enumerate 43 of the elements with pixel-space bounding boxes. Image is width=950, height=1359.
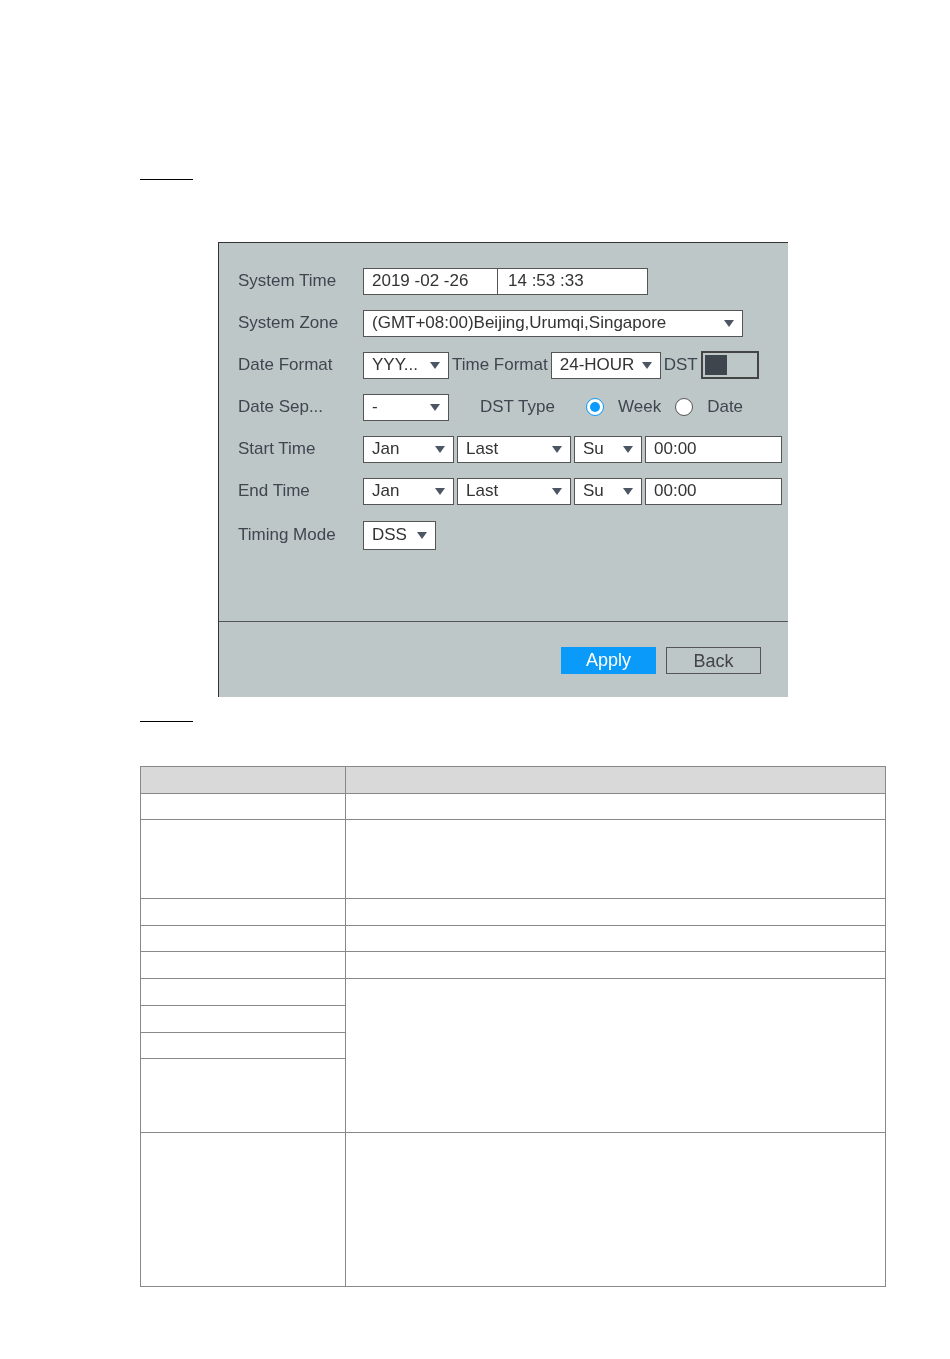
field-label: DST Type	[480, 396, 556, 419]
time-field[interactable]: 00:00	[645, 477, 782, 505]
field-label: DST	[662, 354, 699, 377]
dropdown[interactable]: Su	[574, 435, 642, 463]
caret-icon	[435, 487, 445, 495]
dropdown[interactable]: Last	[457, 435, 571, 463]
field-label: Start Time	[238, 438, 317, 461]
field-label: Time Format	[451, 354, 549, 377]
dropdown[interactable]: DSS	[363, 520, 436, 550]
dropdown[interactable]: Su	[574, 477, 642, 505]
radio-button[interactable]	[675, 398, 694, 416]
field-label: End Time	[238, 480, 311, 503]
dropdown[interactable]: 24-HOUR	[550, 351, 661, 379]
caret-icon	[552, 487, 562, 495]
dst-toggle[interactable]	[700, 351, 759, 379]
dropdown[interactable]: -	[363, 393, 449, 421]
datetime-field[interactable]: 2019 -02 -26 14 :53 :33	[363, 267, 648, 295]
caret-icon	[641, 361, 652, 369]
radio-label: Week	[618, 396, 662, 419]
field-label: Date Sep...	[238, 396, 325, 419]
field-label: System Time	[238, 270, 338, 293]
time-value: 14 :53 :33	[507, 270, 585, 293]
field-label: System Zone	[238, 312, 340, 335]
caret-icon	[724, 319, 734, 327]
caret-icon	[430, 403, 440, 411]
dropdown[interactable]: Jan	[363, 477, 454, 505]
date-value: 2019 -02 -26	[364, 268, 498, 294]
radio-label: Date	[707, 396, 744, 419]
caret-icon	[430, 361, 440, 369]
radio-button[interactable]	[586, 398, 604, 416]
time-field[interactable]: 00:00	[645, 435, 782, 463]
caret-icon	[435, 445, 445, 453]
caret-icon	[623, 445, 633, 453]
caret-icon	[552, 445, 562, 453]
dropdown[interactable]: YYY...	[363, 351, 449, 379]
field-label: Date Format	[238, 354, 334, 377]
caret-icon	[623, 487, 633, 495]
caret-icon	[416, 531, 427, 539]
dropdown[interactable]: Last	[457, 477, 571, 505]
back-button[interactable]: Back	[666, 647, 761, 674]
field-label: Timing Mode	[238, 524, 337, 547]
dropdown[interactable]: (GMT+08:00)Beijing,Urumqi,Singapore	[363, 309, 743, 337]
dropdown[interactable]: Jan	[363, 435, 454, 463]
